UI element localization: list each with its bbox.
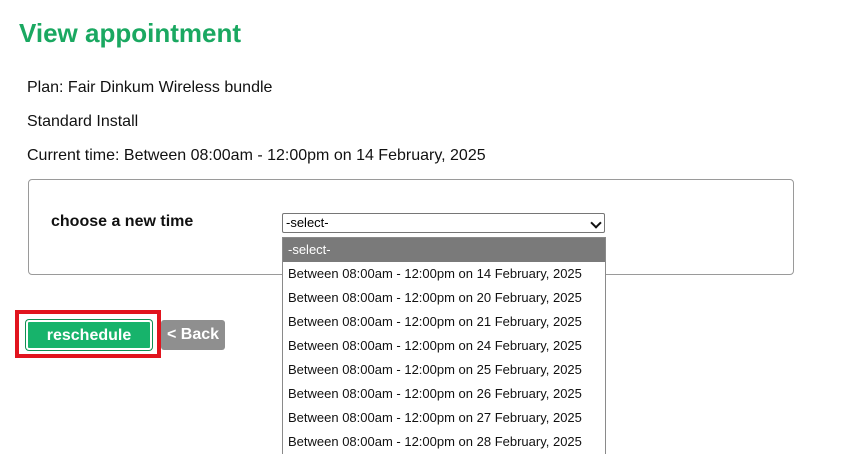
dropdown-option[interactable]: Between 08:00am - 12:00pm on 21 February… [283,310,605,334]
current-time-text: Current time: Between 08:00am - 12:00pm … [27,147,486,164]
chevron-down-icon [590,217,602,229]
reschedule-button[interactable]: reschedule [26,320,152,350]
choose-time-label: choose a new time [51,213,194,230]
time-select[interactable]: -select- [282,213,605,233]
dropdown-option[interactable]: Between 08:00am - 12:00pm on 27 February… [283,406,605,430]
time-select-value: -select- [286,215,329,230]
dropdown-option[interactable]: -select- [283,238,605,262]
dropdown-option[interactable]: Between 08:00am - 12:00pm on 14 February… [283,262,605,286]
time-dropdown-list: -select- Between 08:00am - 12:00pm on 14… [282,237,606,454]
back-button[interactable]: < Back [161,320,225,350]
dropdown-option[interactable]: Between 08:00am - 12:00pm on 28 February… [283,430,605,454]
dropdown-option[interactable]: Between 08:00am - 12:00pm on 26 February… [283,382,605,406]
plan-text: Plan: Fair Dinkum Wireless bundle [27,79,273,96]
dropdown-option[interactable]: Between 08:00am - 12:00pm on 25 February… [283,358,605,382]
page-title: View appointment [19,18,241,48]
dropdown-option[interactable]: Between 08:00am - 12:00pm on 20 February… [283,286,605,310]
install-type-text: Standard Install [27,113,139,130]
dropdown-option[interactable]: Between 08:00am - 12:00pm on 24 February… [283,334,605,358]
